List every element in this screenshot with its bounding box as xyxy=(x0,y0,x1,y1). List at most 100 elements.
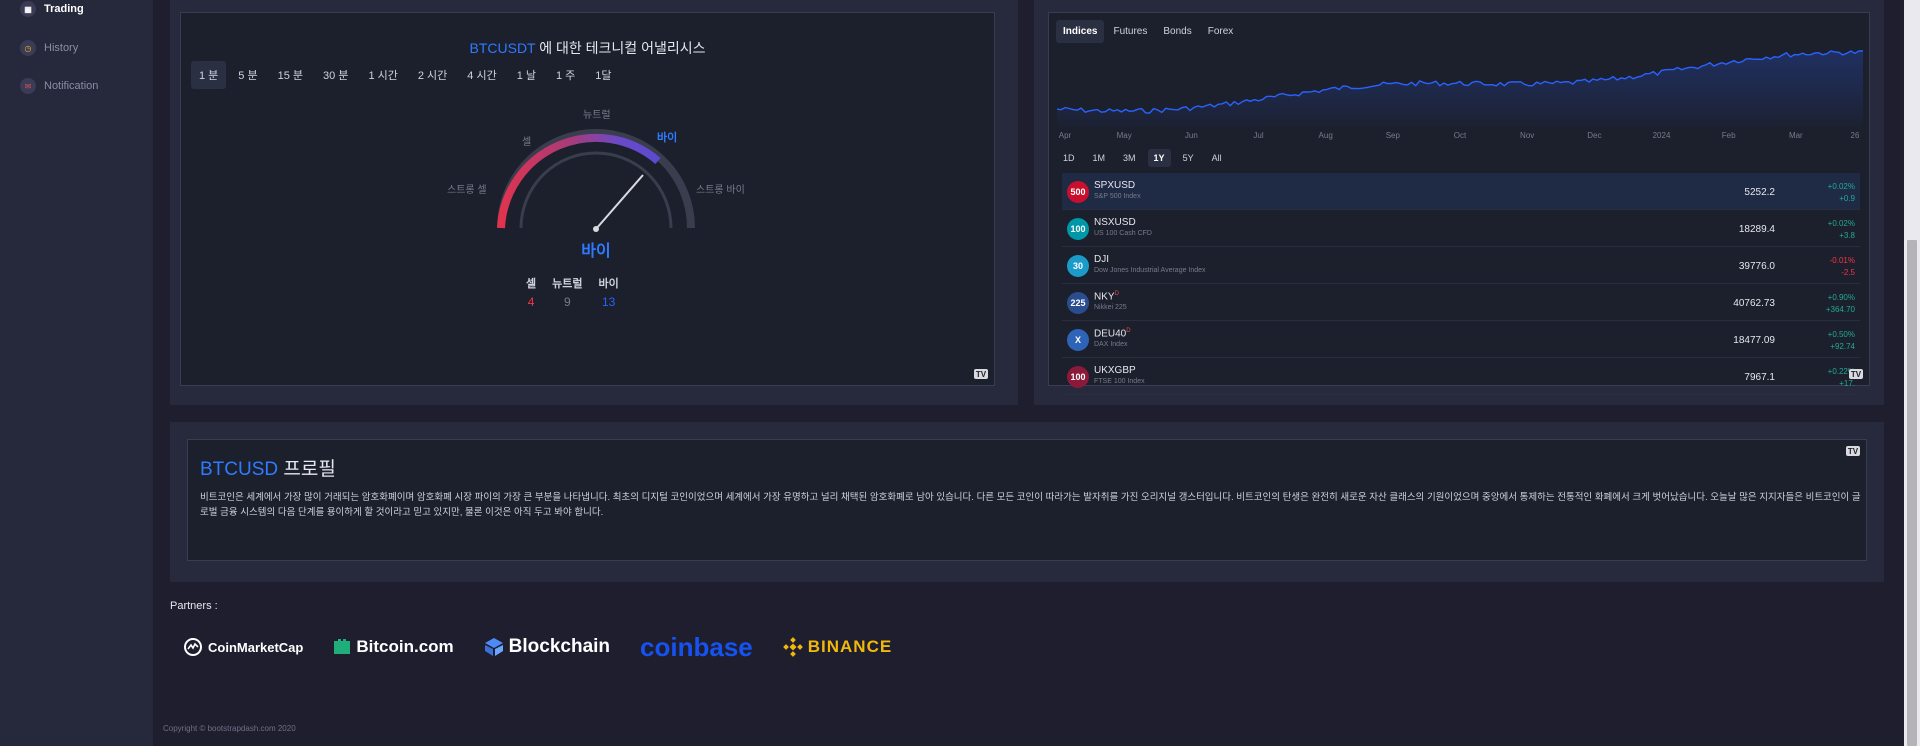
bitcoin-com-icon xyxy=(334,639,351,654)
index-line-chart xyxy=(1057,50,1863,127)
interval-tabs: 1 분5 분 15 분 30 분1 시간 2 시간 4 시간 1 날1 주 1달 xyxy=(191,61,620,89)
range-tab[interactable]: 3M xyxy=(1117,149,1142,167)
gauge-needle xyxy=(595,174,644,230)
tradingview-logo[interactable]: TV xyxy=(1849,369,1863,379)
month-tick: Sep xyxy=(1385,131,1400,140)
blockchain-text: Blockchain xyxy=(508,636,611,657)
range-tab[interactable]: 1D xyxy=(1057,149,1081,167)
interval-tab[interactable]: 1달 xyxy=(587,61,619,89)
range-tab[interactable]: 1Y xyxy=(1147,149,1171,167)
index-description: Nikkei 225 xyxy=(1094,304,1127,311)
change-value: +17. xyxy=(1839,379,1855,388)
interval-tab[interactable]: 1 분 xyxy=(191,61,227,89)
month-tick: Nov xyxy=(1520,131,1535,140)
market-tab[interactable]: Indices xyxy=(1056,20,1105,43)
delayed-marker: D xyxy=(1114,291,1119,297)
index-symbol-text: UKXGBP xyxy=(1094,365,1136,376)
interval-tab[interactable]: 2 시간 xyxy=(410,61,455,89)
month-tick: Dec xyxy=(1587,131,1602,140)
sidebar-item-label: Notification xyxy=(44,80,99,92)
sidebar-item-trading[interactable]: ▦ Trading xyxy=(20,0,84,18)
month-tick: Jun xyxy=(1184,131,1198,140)
index-price: 40762.73 xyxy=(1733,298,1775,309)
coinmarketcap-logo[interactable]: CoinMarketCap xyxy=(183,637,303,657)
range-tab[interactable]: All xyxy=(1206,149,1228,167)
signal-count-label: 뉴트럴 xyxy=(552,278,583,290)
index-symbol: UKXGBP xyxy=(1094,365,1136,376)
change-value: +0.9 xyxy=(1839,194,1855,203)
interval-tab[interactable]: 30 분 xyxy=(315,61,356,89)
symbol-profile-widget: BTCUSD 프로필 비트코인은 세계에서 가장 많이 거래되는 암호화폐이며 … xyxy=(187,439,1867,561)
coinmarketcap-text: CoinMarketCap xyxy=(208,639,304,655)
binance-logo[interactable]: BINANCE xyxy=(782,637,892,657)
gauge-pivot xyxy=(593,226,599,232)
index-symbol: NSXUSD xyxy=(1094,217,1136,228)
index-row[interactable]: 225 NKYD Nikkei 225 40762.73 +0.90% +364.70 xyxy=(1062,284,1860,321)
interval-tab[interactable]: 1 주 xyxy=(548,61,583,89)
technical-analysis-card: BTCUSDT 에 대한 테크니컬 어낼리시스 1 분5 분 15 분 30 분1 … xyxy=(170,0,1018,405)
index-symbol: DEU40D xyxy=(1094,328,1131,339)
tradingview-logo[interactable]: TV xyxy=(974,369,988,379)
change-percent: -0.01% xyxy=(1829,256,1855,265)
coinbase-logo[interactable]: coinbase xyxy=(640,632,753,663)
interval-tab[interactable]: 1 날 xyxy=(509,61,544,89)
month-tick: 2024 xyxy=(1652,131,1671,140)
index-symbol-text: NSXUSD xyxy=(1094,217,1136,228)
scrollbar-thumb[interactable] xyxy=(1907,240,1917,746)
gauge-label-buy: 바이 xyxy=(657,132,678,144)
index-price: 18289.4 xyxy=(1738,224,1775,235)
index-description: DAX Index xyxy=(1094,341,1128,348)
binance-icon xyxy=(782,637,803,657)
delayed-marker: D xyxy=(1126,328,1131,334)
market-tab[interactable]: Forex xyxy=(1201,20,1241,43)
index-row[interactable]: 30 DJI Dow Jones Industrial Average Index 3… xyxy=(1062,247,1860,284)
range-tab[interactable]: 1M xyxy=(1087,149,1112,167)
sidebar-item-history[interactable]: ◷ History xyxy=(20,39,78,57)
index-price: 7967.1 xyxy=(1744,372,1775,383)
interval-tab[interactable]: 1 시간 xyxy=(360,61,405,89)
gauge-label-strong-sell: 스트롱 셀 xyxy=(447,185,487,196)
bitcoin-com-logo[interactable]: Bitcoin.com xyxy=(333,637,454,657)
index-price: 39776.0 xyxy=(1738,261,1775,272)
market-tab[interactable]: Bonds xyxy=(1156,20,1198,43)
index-row[interactable]: 100 NSXUSD US 100 Cash CFD 18289.4 +0.02% +3.… xyxy=(1062,210,1860,247)
index-row[interactable]: 100 UKXGBP FTSE 100 Index 7967.1 +0.22% +17. xyxy=(1062,358,1860,395)
index-row[interactable]: 500 SPXUSD S&P 500 Index 5252.2 +0.02% +0.9 xyxy=(1062,173,1860,210)
index-description: Dow Jones Industrial Average Index xyxy=(1094,267,1206,274)
blockchain-logo[interactable]: Blockchain xyxy=(484,636,610,658)
gauge-fill xyxy=(497,133,661,229)
profile-title-text: 프로필 xyxy=(283,459,336,480)
month-tick: Oct xyxy=(1453,131,1467,140)
signal-count-2: 바이 13 xyxy=(599,275,619,309)
index-description: US 100 Cash CFD xyxy=(1094,230,1152,237)
index-description: S&P 500 Index xyxy=(1094,193,1141,200)
title-text: 에 대한 테크니컬 어낼리시스 xyxy=(539,40,706,56)
gauge-result: 바이 xyxy=(581,243,611,260)
profile-symbol[interactable]: BTCUSD xyxy=(200,459,278,480)
index-change: +0.90% +364.70 xyxy=(1826,292,1855,316)
market-tab[interactable]: Futures xyxy=(1106,20,1154,43)
index-row[interactable]: X DEU40D DAX Index 18477.09 +0.50% +92.74 xyxy=(1062,321,1860,358)
page-scrollbar[interactable] xyxy=(1904,0,1920,746)
month-tick: Apr xyxy=(1058,131,1072,140)
change-percent: +0.90% xyxy=(1827,293,1855,302)
change-percent: +0.50% xyxy=(1827,330,1855,339)
history-icon: ◷ xyxy=(20,40,36,56)
index-badge-icon: 30 xyxy=(1067,255,1089,277)
range-tab[interactable]: 5Y xyxy=(1177,149,1200,167)
interval-tab[interactable]: 5 분 xyxy=(230,61,265,89)
main-content: BTCUSDT 에 대한 테크니컬 어낼리시스 1 분5 분 15 분 30 분1 … xyxy=(153,0,1904,746)
index-change: +0.50% +92.74 xyxy=(1828,329,1855,353)
interval-tab[interactable]: 4 시간 xyxy=(459,61,504,89)
index-symbol-text: DEU40 xyxy=(1094,328,1127,340)
interval-tab[interactable]: 15 분 xyxy=(270,61,311,89)
signal-count-label: 셀 xyxy=(526,278,537,290)
symbol-link[interactable]: BTCUSDT xyxy=(470,40,536,56)
change-percent: +0.02% xyxy=(1827,219,1855,228)
signal-count-label: 바이 xyxy=(598,278,619,290)
index-symbol: NKYD xyxy=(1094,291,1119,302)
sidebar-item-notification[interactable]: ✉ Notification xyxy=(20,77,98,95)
index-badge-icon: X xyxy=(1067,329,1089,351)
index-symbol: SPXUSD xyxy=(1094,180,1135,191)
tradingview-logo[interactable]: TV xyxy=(1846,446,1860,456)
